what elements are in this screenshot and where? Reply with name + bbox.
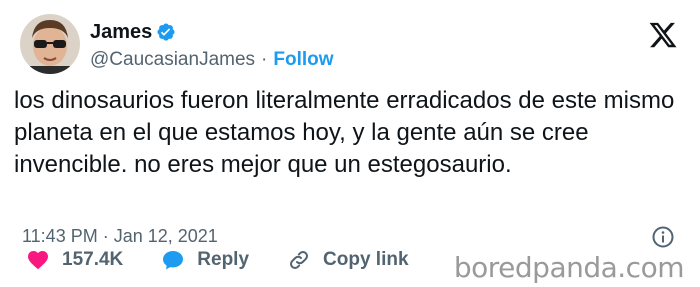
verified-badge-icon: [156, 22, 176, 42]
like-count: 157.4K: [62, 249, 124, 270]
reply-label: Reply: [197, 249, 250, 270]
avatar[interactable]: [20, 14, 80, 74]
tweet-text: los dinosaurios fueron literalmente erra…: [14, 87, 675, 178]
tweet-timestamp[interactable]: 11:43 PM · Jan 12, 2021: [22, 226, 218, 247]
copy-link-button[interactable]: Copy link: [287, 248, 409, 272]
action-bar: 157.4K Reply Copy link: [26, 248, 447, 272]
info-icon[interactable]: [651, 225, 675, 249]
speech-bubble-icon: [161, 248, 185, 272]
author-name[interactable]: James: [90, 21, 152, 44]
reply-button[interactable]: Reply: [161, 248, 249, 272]
follow-button[interactable]: Follow: [273, 49, 333, 71]
x-logo-icon[interactable]: [648, 20, 678, 50]
source-watermark: boredpanda.com: [453, 251, 685, 284]
avatar-image: [20, 14, 80, 74]
heart-icon: [26, 248, 50, 272]
like-button[interactable]: 157.4K: [26, 248, 123, 272]
separator-dot: ·: [261, 49, 268, 70]
copy-link-label: Copy link: [323, 249, 409, 270]
link-icon: [287, 248, 311, 272]
author-handle[interactable]: @CaucasianJames: [90, 49, 255, 71]
author-block: James @CaucasianJames · Follow: [90, 20, 334, 71]
